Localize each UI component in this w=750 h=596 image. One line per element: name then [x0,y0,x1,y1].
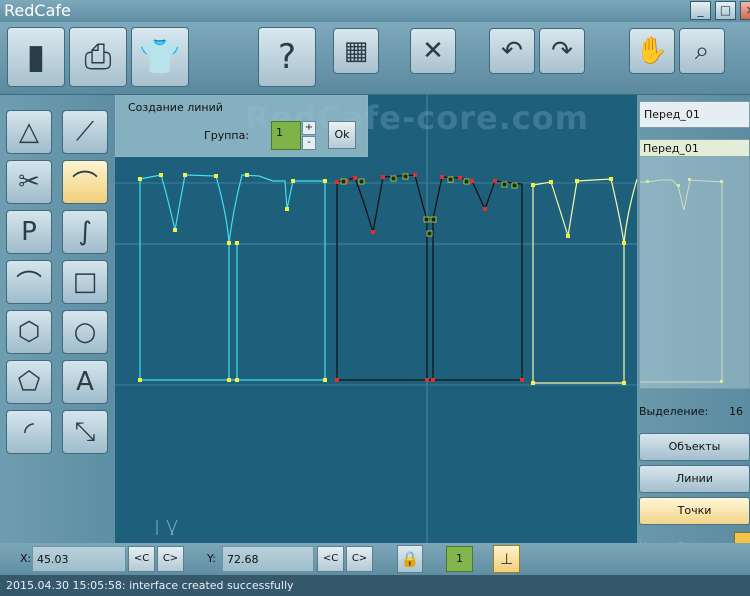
pattern-piece-cyan[interactable] [139,174,326,381]
axes-button[interactable]: ⊥ [493,545,520,573]
title-bar: RedCafe _ □ × [0,0,750,22]
pattern-points-light-yellow[interactable] [531,177,626,385]
redo-button[interactable]: ↷ [539,28,585,74]
tool-angle[interactable]: A [62,360,108,404]
circle-tool-icon: ○ [73,317,97,347]
pattern-name-field[interactable]: Перед_01 [639,101,750,128]
calculator-icon: ▦ [343,36,369,66]
lock-button[interactable]: 🔒 [397,545,423,573]
right-panel: Перед_01 Перед_01 Выделение: 16 Объекты … [637,95,750,560]
x-coordinate-field[interactable]: 45.03 [32,546,126,572]
tool-palette: △ ✂ P ⌒ ⬡ ⬠ ◜ ⟋ ⌒ ∫ □ ○ A ⤡ [0,95,115,543]
axis-indicator [156,519,178,536]
tool-rectangle[interactable]: □ [62,260,108,304]
list-item[interactable]: Перед_01 [640,140,749,157]
undo-icon: ↶ [501,36,523,66]
garment-button[interactable]: 👕 [131,27,189,87]
y-next-button[interactable]: C> [346,546,373,572]
x-label: X: [20,552,32,565]
tool-curve-arc[interactable]: ⌒ [6,260,52,304]
app-window: RedCafe _ □ × ▮ ⎙ 👕 ? ▦ ✕ ↶ ↷ ✋ ⌕ △ ✂ P … [0,0,750,596]
line-tool-icon: ⟋ [75,116,95,147]
polygon-cut-tool-icon: ⬡ [17,317,41,347]
x-next-button[interactable]: C> [157,546,184,572]
group-decrement-button[interactable]: - [302,136,316,150]
selection-label: Выделение: [639,405,709,418]
zoom-icon: ⌕ [694,35,710,66]
lines-button[interactable]: Линии [639,465,750,493]
create-lines-dialog: Создание линий Группа: 1 + - Ok [115,95,368,157]
ok-button[interactable]: Ok [328,121,356,149]
pattern-piece-black[interactable] [336,174,523,381]
printer-icon: ⎙ [84,37,112,77]
objects-button[interactable]: Объекты [639,433,750,461]
maximize-button[interactable]: □ [715,1,736,20]
pan-button[interactable]: ✋ [629,28,675,74]
tool-freeform[interactable]: ⬠ [6,360,52,404]
scissors-tool-icon: ✂ [18,167,40,197]
main-toolbar: ▮ ⎙ 👕 ? ▦ ✕ ↶ ↷ ✋ ⌕ [0,22,750,95]
tool-arc-band[interactable]: ◜ [6,410,52,454]
lock-icon: 🔒 [400,550,420,568]
s-curve-tool-icon: ∫ [78,217,92,247]
dialog-title: Создание линий [128,101,223,114]
undo-button[interactable]: ↶ [489,28,535,74]
y-label: Y: [207,552,216,565]
calculator-button[interactable]: ▦ [333,28,379,74]
points-button[interactable]: Точки [639,497,750,525]
zoom-button[interactable]: ⌕ [679,28,725,74]
group-label: Группа: [204,129,250,142]
axes-icon: ⊥ [499,550,514,568]
redo-icon: ↷ [551,36,573,66]
selection-count: 16 [729,405,743,418]
help-icon: ? [277,37,297,77]
pattern-points-yellow[interactable] [138,173,327,382]
p-tool-icon: P [21,217,37,247]
group-value-field[interactable]: 1 [271,121,301,150]
new-document-icon: ▮ [26,37,46,77]
tool-scissors[interactable]: ✂ [6,160,52,204]
log-message: 2015.04.30 15:05:58: interface created s… [6,579,294,592]
curve-tool-icon: ⌒ [71,169,98,200]
mountain-tool-icon: △ [19,117,39,147]
tool-line[interactable]: ⟋ [62,110,108,154]
group-number-badge[interactable]: 1 [446,546,473,572]
delete-button[interactable]: ✕ [410,28,456,74]
y-coordinate-field[interactable]: 72.68 [222,546,314,572]
pattern-list[interactable]: Перед_01 [639,139,750,389]
coordinates-bar: X: 45.03 <C C> Y: 72.68 <C C> 🔒 1 ⊥ [0,543,750,575]
rectangle-tool-icon: □ [72,267,98,297]
delete-icon: ✕ [422,36,444,66]
tool-circle[interactable]: ○ [62,310,108,354]
print-button[interactable]: ⎙ [69,27,127,87]
tool-mountain[interactable]: △ [6,110,52,154]
measure-tool-icon: ⤡ [74,416,96,447]
hand-pan-icon: ✋ [635,36,669,66]
x-prev-button[interactable]: <C [128,546,155,572]
arc-band-tool-icon: ◜ [23,417,35,447]
pattern-drawing [115,95,637,543]
log-bar: 2015.04.30 15:05:58: interface created s… [0,575,750,596]
y-prev-button[interactable]: <C [317,546,344,572]
tool-curve[interactable]: ⌒ [62,160,108,204]
pattern-points-red[interactable] [335,173,524,382]
app-title: RedCafe [4,1,71,20]
pattern-piece-light-yellow[interactable] [532,178,637,384]
freeform-shape-tool-icon: ⬠ [17,367,41,397]
group-increment-button[interactable]: + [302,121,316,135]
tool-s-curve[interactable]: ∫ [62,210,108,254]
curve-arc-tool-icon: ⌒ [15,269,42,300]
tool-measure[interactable]: ⤡ [62,410,108,454]
help-button[interactable]: ? [258,27,316,87]
pattern-preview [640,178,723,383]
shirt-icon: 👕 [138,37,182,77]
minimize-button[interactable]: _ [690,1,711,20]
tool-polygon-cut[interactable]: ⬡ [6,310,52,354]
close-button[interactable]: × [740,1,750,20]
drawing-canvas[interactable]: RedCafe-core.com [115,95,637,543]
new-document-button[interactable]: ▮ [7,27,65,87]
angle-tool-icon: A [76,367,94,397]
tool-p[interactable]: P [6,210,52,254]
